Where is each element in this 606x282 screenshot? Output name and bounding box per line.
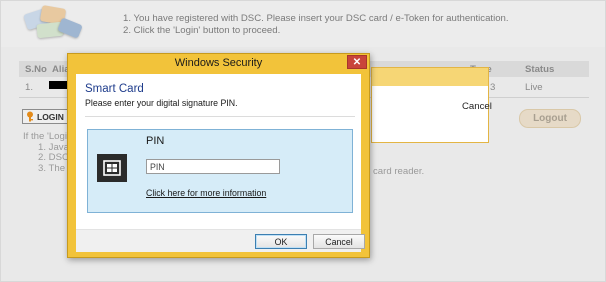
dialog-footer: OK Cancel [76,229,365,252]
card-reader-text: card reader. [373,166,425,177]
login-label: LOGIN [37,111,64,122]
col-sno: S.No [25,64,47,75]
dsc-token-illustration [23,5,83,43]
smart-card-reader-icon [97,154,127,182]
divider [85,116,355,117]
more-info-link[interactable]: Click here for more information [146,188,266,198]
lock-key-icon [27,111,33,122]
login-button[interactable]: LOGIN [22,109,68,124]
dialog-title: Windows Security [174,57,263,69]
instruction-1: 1. You have registered with DSC. Please … [123,13,509,24]
smart-card-heading: Smart Card [85,83,144,95]
background-cancel-button[interactable]: Cancel [462,101,492,112]
windows-security-dialog: Windows Security ✕ Smart Card Please ent… [67,53,370,258]
instructions: 1. You have registered with DSC. Please … [123,13,509,37]
col-status: Status [525,64,555,75]
close-button[interactable]: ✕ [347,55,367,69]
background-dialog-titlebar [372,68,488,86]
ok-button[interactable]: OK [255,234,307,249]
redacted-alias [49,81,67,89]
pin-label: PIN [146,135,165,147]
instruction-2: 2. Click the 'Login' button to proceed. [123,25,281,36]
row-sno: 1. [25,82,34,93]
logout-button[interactable]: Logout [519,109,581,128]
row-type: 3 [490,82,496,93]
background-dialog: Cancel [371,67,492,143]
close-icon: ✕ [352,56,362,68]
dialog-body: Smart Card Please enter your digital sig… [76,74,365,252]
pin-instruction: Please enter your digital signature PIN. [85,98,238,108]
pin-input[interactable] [146,159,280,174]
pin-panel: PIN Click here for more information [87,129,353,213]
row-status: Live [525,82,543,93]
cancel-button[interactable]: Cancel [313,234,365,249]
chip-glyph [103,160,121,176]
